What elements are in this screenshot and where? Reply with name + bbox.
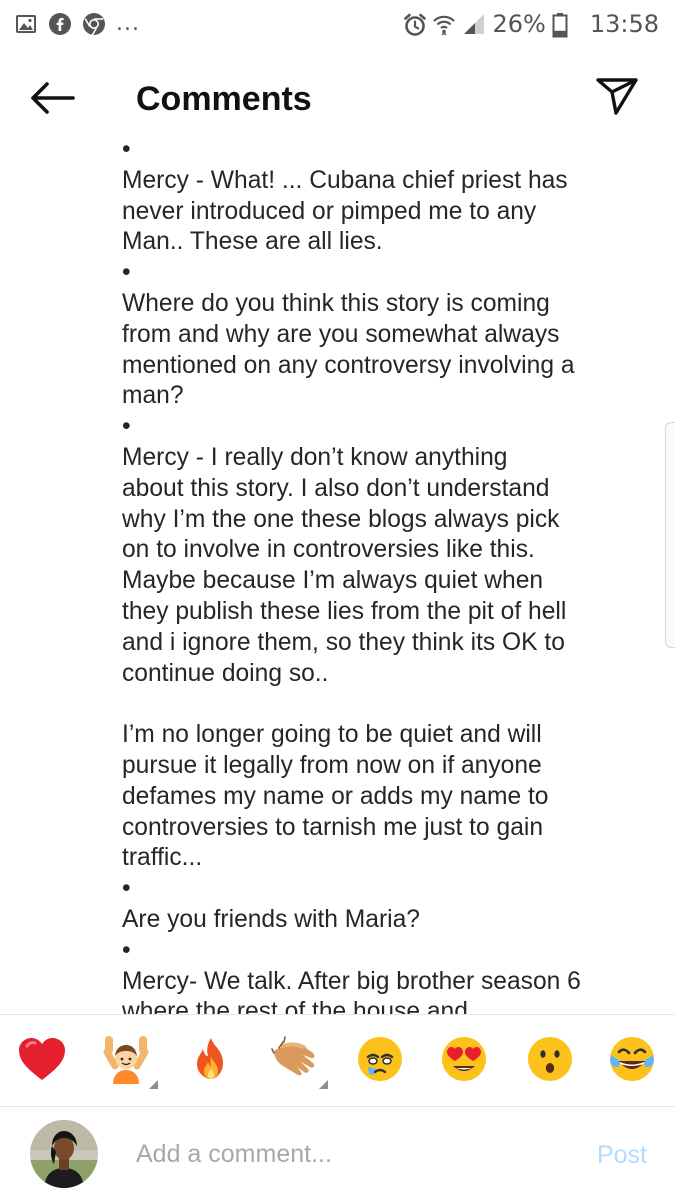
alarm-icon [402, 12, 427, 36]
more-notifications: ... [116, 11, 140, 36]
emoji-red-heart-button[interactable] [16, 1035, 68, 1087]
crying-face-icon [356, 1035, 404, 1087]
battery-icon [552, 12, 576, 38]
avatar [30, 1120, 98, 1188]
comment-text: • Mercy - What! ... Cubana chief priest … [122, 140, 581, 1014]
emoji-fire-button[interactable] [185, 1035, 237, 1087]
variants-indicator [319, 1080, 328, 1089]
gallery-icon [14, 12, 38, 36]
back-arrow-icon [29, 81, 75, 119]
emoji-crying-face-button[interactable] [354, 1035, 406, 1087]
page-title: Comments [136, 80, 312, 118]
red-heart-icon [17, 1036, 67, 1086]
emoji-heart-eyes-button[interactable] [438, 1035, 490, 1087]
heart-eyes-icon [440, 1035, 488, 1087]
send-icon [595, 76, 639, 120]
status-bar-notifications: ... [14, 10, 140, 38]
emoji-tears-of-joy-button[interactable] [606, 1035, 658, 1087]
wifi-icon [432, 12, 456, 36]
variants-indicator [149, 1080, 158, 1089]
clapping-hands-icon [271, 1036, 321, 1086]
battery-percentage: 26% [492, 10, 546, 38]
emoji-surprised-face-button[interactable] [524, 1035, 576, 1087]
status-bar: ... 26% 13:58 [0, 0, 675, 48]
comment-content[interactable]: • Mercy - What! ... Cubana chief priest … [0, 140, 675, 1014]
comment-bar: Post [0, 1106, 675, 1201]
surprised-face-icon [526, 1035, 574, 1087]
status-bar-system: 26% 13:58 [402, 8, 659, 40]
header: Comments [0, 48, 675, 148]
raising-hands-icon [101, 1034, 151, 1088]
emoji-clapping-hands-button[interactable] [270, 1035, 328, 1089]
facebook-icon [48, 12, 72, 36]
post-button[interactable]: Post [597, 1139, 647, 1171]
comment-input[interactable] [132, 1129, 560, 1179]
back-button[interactable] [26, 74, 78, 126]
clock: 13:58 [589, 10, 659, 38]
chrome-icon [82, 12, 106, 37]
fire-icon [191, 1036, 231, 1086]
scrollbar[interactable] [665, 422, 675, 648]
emoji-bar [0, 1014, 675, 1107]
share-button[interactable] [591, 72, 643, 124]
signal-icon [462, 12, 486, 36]
tears-of-joy-icon [608, 1035, 656, 1087]
emoji-raising-hands-button[interactable] [100, 1034, 158, 1089]
